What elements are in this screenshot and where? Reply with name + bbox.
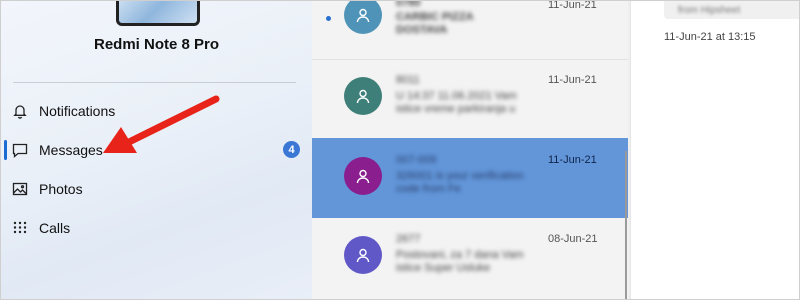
message-row-selected[interactable]: 007-009 326001 is your verification code… (312, 138, 628, 219)
person-icon (356, 248, 370, 263)
person-icon (356, 8, 370, 23)
message-date: 11-Jun-21 (548, 154, 597, 166)
avatar (344, 157, 382, 195)
unread-indicator (326, 16, 331, 21)
message-sender: 2677 (396, 233, 421, 245)
unread-count-badge: 4 (283, 141, 300, 158)
phone-image (116, 1, 200, 26)
message-date: 11-Jun-21 (548, 0, 597, 11)
photos-icon (11, 180, 29, 198)
message-row[interactable]: 0780 CARBIC PIZZA DOSTAVA 11-Jun-21 (312, 0, 628, 60)
message-preview: 326001 is your verification code from Fe (396, 170, 524, 195)
avatar (344, 1, 382, 34)
chat-bubble-icon (11, 141, 29, 159)
annotation-arrow-icon (103, 95, 220, 153)
sidebar: Redmi Note 8 Pro Notifications Messages … (1, 1, 312, 299)
message-date: 08-Jun-21 (548, 233, 598, 245)
message-sender: 0780 (396, 0, 421, 9)
message-row[interactable]: 2677 Postovani, za 7 dana Vam istice Sup… (312, 218, 628, 299)
app-window: Redmi Note 8 Pro Notifications Messages … (0, 0, 800, 300)
person-icon (356, 89, 370, 104)
message-sender: 8011 (396, 74, 420, 86)
message-list[interactable]: 0780 CARBIC PIZZA DOSTAVA 11-Jun-21 8011… (312, 1, 630, 299)
message-sender: 007-009 (396, 154, 437, 166)
message-preview: U 14:37 11.06.2021 Vam istice vreme park… (396, 90, 517, 115)
dialpad-icon (11, 219, 29, 237)
device-name: Redmi Note 8 Pro (93, 36, 220, 53)
message-bubble-text: from Hipsheet (678, 5, 741, 16)
sidebar-item-label: Calls (39, 220, 71, 236)
list-scrollbar[interactable] (625, 151, 627, 299)
message-preview: Postovani, za 7 dana Vam istice Super Us… (396, 249, 524, 274)
avatar (344, 77, 382, 115)
message-row[interactable]: 8011 U 14:37 11.06.2021 Vam istice vreme… (312, 60, 628, 141)
sidebar-item-calls[interactable]: Calls (1, 210, 312, 246)
message-bubble: from Hipsheet (664, 1, 799, 19)
message-timestamp: 11-Jun-21 at 13:15 (664, 31, 756, 43)
sidebar-item-label: Photos (39, 181, 83, 197)
message-preview: CARBIC PIZZA DOSTAVA (396, 11, 474, 36)
conversation-pane: from Hipsheet 11-Jun-21 at 13:15 (630, 1, 799, 299)
bell-icon (11, 102, 29, 120)
message-date: 11-Jun-21 (548, 74, 597, 86)
sidebar-item-label: Messages (39, 142, 103, 158)
sidebar-item-photos[interactable]: Photos (1, 171, 312, 207)
person-icon (356, 169, 370, 184)
avatar (344, 236, 382, 274)
sidebar-divider (13, 82, 296, 83)
